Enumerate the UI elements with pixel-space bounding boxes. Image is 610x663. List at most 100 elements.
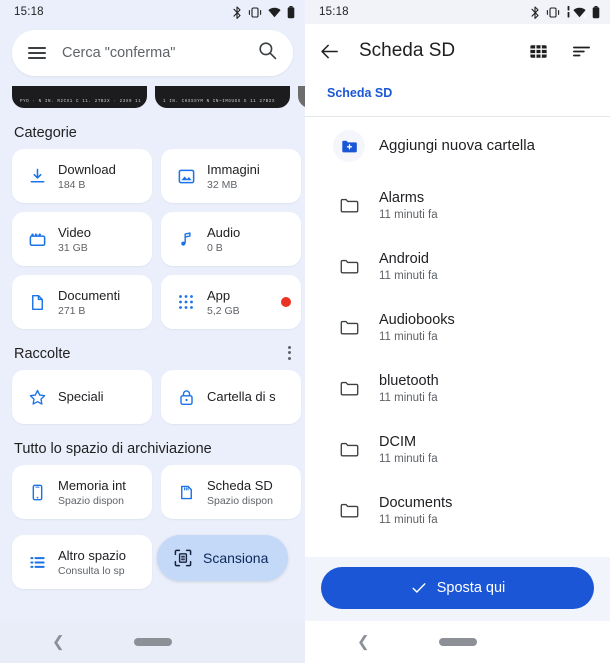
category-name: Download: [58, 161, 116, 177]
scan-button-label: Scansiona: [203, 550, 269, 566]
audio-icon: [171, 230, 201, 249]
collection-card-cartella-sicura[interactable]: Cartella di s: [161, 370, 301, 424]
app-bar-actions: [528, 41, 596, 62]
category-card-video[interactable]: Video 31 GB: [12, 212, 152, 266]
section-title-storage: Tutto lo spazio di archiviazione: [14, 441, 212, 457]
wifi-icon: [268, 7, 281, 18]
category-name: Immagini: [207, 161, 260, 177]
battery-icon: [592, 5, 600, 19]
recent-thumbnails-carousel[interactable]: PYD · N IN. R2CX1 C 11. 2TB2X · 23X9 11 …: [0, 86, 305, 108]
section-header-collections: Raccolte: [0, 329, 305, 370]
storage-name: Memoria int: [58, 477, 126, 493]
thumbnail-meta: 1 IN. CHSSSYM N IN~IMGUSX G 11 27B2X: [163, 100, 276, 104]
hamburger-icon[interactable]: [28, 46, 46, 60]
search-bar[interactable]: Cerca "conferma": [12, 30, 293, 76]
folder-name: Documents: [379, 495, 453, 511]
storage-sub: Consulta lo sp: [58, 564, 125, 577]
section-title-collections: Raccolte: [14, 346, 71, 362]
folder-name: Audiobooks: [379, 312, 455, 328]
folder-list[interactable]: Aggiungi nuova cartella Alarms 11 minuti…: [305, 117, 610, 557]
breadcrumb-item[interactable]: Scheda SD: [327, 86, 392, 100]
system-nav-bar-left: ❮: [0, 621, 305, 663]
section-title-categories: Categorie: [14, 125, 77, 141]
list-item[interactable]: Android 11 minuti fa: [305, 236, 610, 297]
folder-modified: 11 minuti fa: [379, 514, 438, 526]
collection-card-speciali[interactable]: Speciali: [12, 370, 152, 424]
bottom-action-bar: Sposta qui: [305, 557, 610, 621]
page-title: Scheda SD: [359, 40, 456, 61]
list-item[interactable]: Documents 11 minuti fa: [305, 480, 610, 541]
apps-grid-icon: [171, 294, 201, 310]
lock-icon: [171, 388, 201, 407]
folder-name: bluetooth: [379, 373, 439, 389]
folder-icon: [327, 378, 371, 399]
home-pill[interactable]: [438, 638, 477, 646]
search-icon[interactable]: [258, 41, 277, 65]
home-pill[interactable]: [133, 638, 172, 646]
status-clock: 15:18: [14, 6, 44, 18]
search-input[interactable]: Cerca "conferma": [62, 45, 258, 61]
storage-grid: Memoria int Spazio dispon Scheda SD Spaz…: [0, 465, 305, 519]
scan-icon: [173, 548, 193, 568]
add-new-folder-row[interactable]: Aggiungi nuova cartella: [305, 117, 610, 175]
folder-name: Alarms: [379, 190, 425, 206]
thumbnail-card[interactable]: C 11 IN.: [298, 86, 305, 108]
signal-icon: [566, 6, 571, 18]
phone-icon: [22, 483, 52, 502]
scan-button[interactable]: Scansiona: [157, 535, 289, 581]
folder-icon: [327, 439, 371, 460]
folder-icon: [327, 317, 371, 338]
move-here-label: Sposta qui: [436, 580, 506, 596]
list-item[interactable]: Audiobooks 11 minuti fa: [305, 297, 610, 358]
add-folder-icon: [327, 130, 371, 162]
list-item[interactable]: Alarms 11 minuti fa: [305, 175, 610, 236]
overflow-menu-icon[interactable]: [288, 345, 305, 360]
category-size: 271 B: [58, 304, 86, 317]
back-arrow-icon[interactable]: [319, 41, 353, 62]
sort-icon[interactable]: [571, 41, 592, 62]
storage-sub: Spazio dispon: [58, 494, 124, 507]
bottom-action-row: Altro spazio Consulta lo sp Scansiona: [0, 519, 305, 589]
folder-modified: 11 minuti fa: [379, 270, 438, 282]
folder-modified: 11 minuti fa: [379, 392, 438, 404]
category-size: 5,2 GB: [207, 304, 240, 317]
storage-card-memoria-interna[interactable]: Memoria int Spazio dispon: [12, 465, 152, 519]
download-icon: [22, 167, 52, 186]
status-badge: [281, 297, 291, 307]
category-card-audio[interactable]: Audio 0 B: [161, 212, 301, 266]
folder-modified: 11 minuti fa: [379, 453, 438, 465]
category-card-download[interactable]: Download 184 B: [12, 149, 152, 203]
list-item[interactable]: DCIM 11 minuti fa: [305, 419, 610, 480]
system-nav-bar-right: ❮: [305, 621, 610, 663]
folder-modified: 11 minuti fa: [379, 331, 438, 343]
storage-card-scheda-sd[interactable]: Scheda SD Spazio dispon: [161, 465, 301, 519]
list-item[interactable]: bluetooth 11 minuti fa: [305, 358, 610, 419]
storage-name: Altro spazio: [58, 547, 126, 563]
document-icon: [22, 293, 52, 312]
move-here-button[interactable]: Sposta qui: [321, 567, 594, 609]
left-scroll-area[interactable]: Categorie Download 184 B Immagini 32 MB …: [0, 108, 305, 621]
category-card-immagini[interactable]: Immagini 32 MB: [161, 149, 301, 203]
thumbnail-meta: PYD · N IN. R2CX1 C 11. 2TB2X · 23X9 11: [20, 100, 142, 104]
check-icon: [410, 579, 428, 597]
sdcard-icon: [171, 483, 201, 502]
category-card-app[interactable]: App 5,2 GB: [161, 275, 301, 329]
back-chevron-icon[interactable]: ❮: [52, 635, 65, 650]
storage-card-altro-spazio[interactable]: Altro spazio Consulta lo sp: [12, 535, 152, 589]
folder-name: DCIM: [379, 434, 417, 450]
battery-icon: [287, 5, 295, 19]
category-card-documenti[interactable]: Documenti 271 B: [12, 275, 152, 329]
category-name: Video: [58, 224, 92, 240]
category-name: Audio: [207, 224, 241, 240]
thumbnail-card[interactable]: 1 IN. CHSSSYM N IN~IMGUSX G 11 27B2X: [155, 86, 290, 108]
thumbnail-card[interactable]: PYD · N IN. R2CX1 C 11. 2TB2X · 23X9 11: [12, 86, 147, 108]
grid-view-icon[interactable]: [528, 41, 549, 62]
dual-screenshot: 15:18 Cerca "conferma" PYD · N IN. R2CX1…: [0, 0, 610, 663]
category-size: 32 MB: [207, 178, 238, 191]
collection-name: Speciali: [58, 389, 104, 404]
left-phone-panel: 15:18 Cerca "conferma" PYD · N IN. R2CX1…: [0, 0, 305, 663]
category-name: App: [207, 287, 231, 303]
vibrate-icon: [248, 6, 262, 18]
back-chevron-icon[interactable]: ❮: [357, 635, 370, 650]
breadcrumb[interactable]: Scheda SD: [305, 78, 610, 116]
